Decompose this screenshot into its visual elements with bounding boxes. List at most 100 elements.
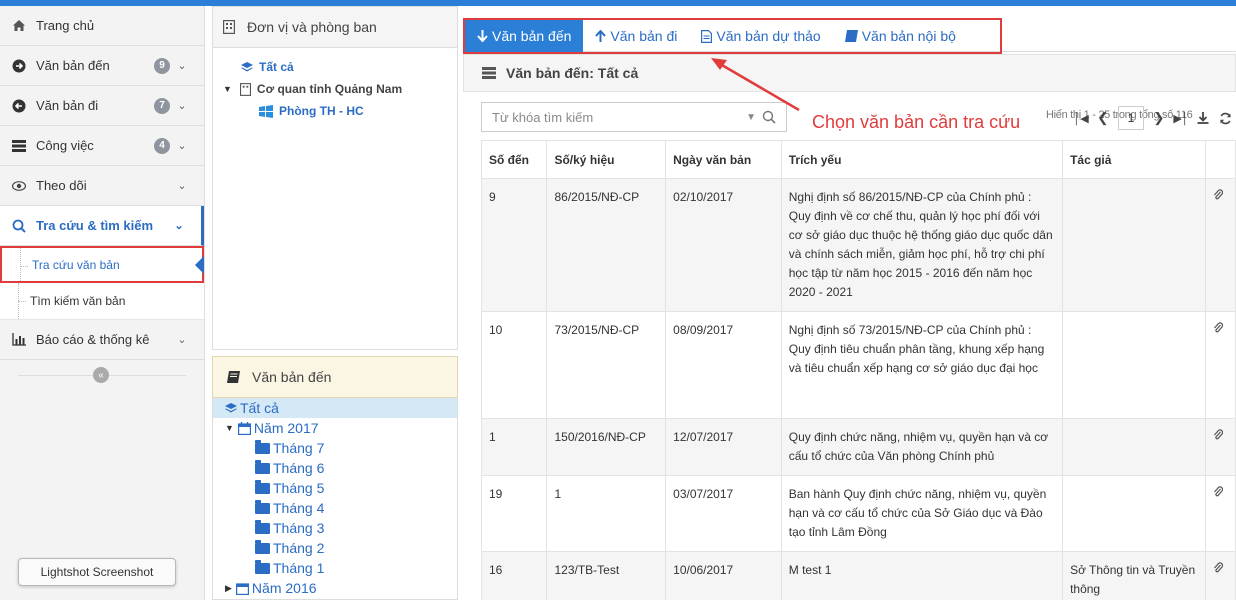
tree-node-label: Tháng 3 [273, 520, 325, 536]
tree-node-province[interactable]: ▼ Cơ quan tỉnh Quảng Nam [213, 78, 457, 100]
sidebar-subitem-label: Tra cứu văn bản [32, 257, 120, 272]
content-header: Văn bản đến: Tất cả [463, 54, 1236, 92]
tree-node-month[interactable]: Tháng 6 [213, 458, 457, 478]
list-icon [482, 67, 496, 79]
first-page-button[interactable]: │◀ [1070, 105, 1092, 131]
paperclip-icon[interactable] [1213, 429, 1227, 441]
column-header[interactable]: Tác giả [1062, 140, 1207, 179]
page-number[interactable]: 1 [1118, 106, 1144, 130]
last-page-button[interactable]: ▶│ [1170, 105, 1192, 131]
cell-tac-gia [1062, 311, 1207, 419]
tree-node-label: Tháng 6 [273, 460, 325, 476]
eye-icon [12, 179, 26, 193]
column-header[interactable]: Ngày văn bản [665, 140, 782, 179]
book-icon [227, 371, 240, 383]
sidebar-subitem-find[interactable]: Tìm kiếm văn bản [0, 283, 204, 320]
cell-so-den: 10 [480, 311, 548, 419]
search-box[interactable]: ▼ [481, 102, 787, 132]
tree-node-month[interactable]: Tháng 3 [213, 518, 457, 538]
tree-node-year-2017[interactable]: ▼ Năm 2017 [213, 418, 457, 438]
table-row[interactable]: 16 123/TB-Test 10/06/2017 M test 1 Sở Th… [480, 551, 1236, 600]
column-header-attachment [1205, 140, 1236, 179]
tab-incoming[interactable]: Văn bản đến [465, 20, 584, 52]
paperclip-icon[interactable] [1213, 486, 1227, 498]
collapse-sidebar-button[interactable]: « [93, 367, 109, 383]
cell-ngay: 12/07/2017 [665, 418, 782, 476]
layers-icon [225, 402, 237, 414]
caret-right-icon: ▶ [225, 582, 232, 593]
cell-ngay: 02/10/2017 [665, 178, 782, 312]
cell-attachment [1205, 311, 1236, 419]
cell-tac-gia [1062, 178, 1207, 312]
folder-icon [255, 439, 270, 454]
table-row[interactable]: 9 86/2015/NĐ-CP 02/10/2017 Nghị định số … [480, 178, 1236, 312]
tab-label: Văn bản đến [492, 28, 572, 44]
calendar-icon [235, 582, 249, 595]
column-header[interactable]: Số đến [480, 140, 548, 179]
sidebar-item-follow[interactable]: Theo dõi ⌄ [0, 166, 204, 206]
refresh-icon[interactable] [1214, 105, 1236, 131]
cell-ky-hieu: 1 [546, 475, 667, 552]
tree-node-all[interactable]: Tất cả [213, 56, 457, 78]
cell-attachment [1205, 418, 1236, 476]
tree-node-month[interactable]: Tháng 5 [213, 478, 457, 498]
cell-tac-gia [1062, 475, 1207, 552]
cell-ky-hieu: 123/TB-Test [546, 551, 667, 600]
cell-ky-hieu: 73/2015/NĐ-CP [546, 311, 667, 419]
sidebar-item-outgoing[interactable]: Văn bản đi 7 ⌄ [0, 86, 204, 126]
cell-trich-yeu: M test 1 [780, 551, 1064, 600]
table-row[interactable]: 1 150/2016/NĐ-CP 12/07/2017 Quy định chứ… [480, 418, 1236, 476]
tree-node-label: Tháng 5 [273, 480, 325, 496]
cell-trich-yeu: Ban hành Quy định chức năng, nhiệm vụ, q… [780, 475, 1064, 552]
paperclip-icon[interactable] [1213, 189, 1227, 201]
search-icon[interactable] [762, 110, 780, 124]
count-badge: 7 [154, 97, 170, 114]
sidebar-item-reports[interactable]: Báo cáo & thống kê ⌄ [0, 320, 204, 360]
tree-node-label: Phòng TH - HC [279, 104, 364, 118]
layers-icon [241, 61, 253, 73]
tree-node-department[interactable]: Phòng TH - HC [213, 100, 457, 122]
tab-bar: Văn bản đến Văn bản đi Văn bản dự thảo V… [463, 18, 1236, 54]
search-input[interactable] [492, 109, 747, 125]
column-header[interactable]: Trích yếu [780, 140, 1064, 179]
windows-icon [259, 104, 273, 118]
annotation-text: Chọn văn bản cần tra cứu [812, 112, 1021, 132]
tab-draft[interactable]: Văn bản dự thảo [689, 20, 832, 52]
tree-node-month[interactable]: Tháng 4 [213, 498, 457, 518]
filter-panel: Đơn vị và phòng ban Tất cả ▼ Cơ quan tỉn… [212, 6, 458, 600]
sidebar-item-home[interactable]: Trang chủ [0, 6, 204, 46]
cell-ky-hieu: 150/2016/NĐ-CP [546, 418, 667, 476]
table-row[interactable]: 10 73/2015/NĐ-CP 08/09/2017 Nghị định số… [480, 311, 1236, 419]
cell-ngay: 10/06/2017 [665, 551, 782, 600]
sidebar-subitem-lookup[interactable]: Tra cứu văn bản [0, 246, 204, 283]
sidebar-item-incoming[interactable]: Văn bản đến 9 ⌄ [0, 46, 204, 86]
paperclip-icon[interactable] [1213, 562, 1227, 574]
tabs-highlight-box: Văn bản đến Văn bản đi Văn bản dự thảo V… [463, 18, 1002, 54]
tab-outgoing[interactable]: Văn bản đi [583, 20, 689, 52]
tree-node-year-2016[interactable]: ▶ Năm 2016 [213, 578, 457, 598]
tree-node-all[interactable]: Tất cả [213, 398, 457, 418]
prev-page-button[interactable]: ❮ [1092, 105, 1114, 131]
paperclip-icon[interactable] [1213, 322, 1227, 334]
sidebar-item-tasks[interactable]: Công việc 4 ⌄ [0, 126, 204, 166]
caret-down-icon[interactable]: ▼ [746, 112, 756, 123]
tree-node-month[interactable]: Tháng 1 [213, 558, 457, 578]
cell-so-den: 1 [480, 418, 548, 476]
folder-icon [255, 559, 270, 574]
column-header[interactable]: Số/ký hiệu [546, 140, 667, 179]
building-icon [223, 20, 237, 34]
sidebar-item-label: Tra cứu & tìm kiếm [36, 218, 154, 233]
next-page-button[interactable]: ❯ [1148, 105, 1170, 131]
count-badge: 9 [154, 57, 170, 74]
search-icon [12, 219, 26, 233]
download-icon[interactable] [1192, 105, 1214, 131]
table-row[interactable]: 19 1 03/07/2017 Ban hành Quy định chức n… [480, 475, 1236, 552]
tree-node-month[interactable]: Tháng 7 [213, 438, 457, 458]
folder-icon [255, 519, 270, 534]
tab-internal[interactable]: Văn bản nội bộ [833, 20, 968, 52]
sidebar-item-search[interactable]: Tra cứu & tìm kiếm ⌄ [0, 206, 204, 246]
count-badge: 4 [154, 137, 170, 154]
tab-label: Văn bản đi [610, 28, 678, 44]
tree-node-month[interactable]: Tháng 2 [213, 538, 457, 558]
main-content: Văn bản đến Văn bản đi Văn bản dự thảo V… [463, 6, 1236, 600]
